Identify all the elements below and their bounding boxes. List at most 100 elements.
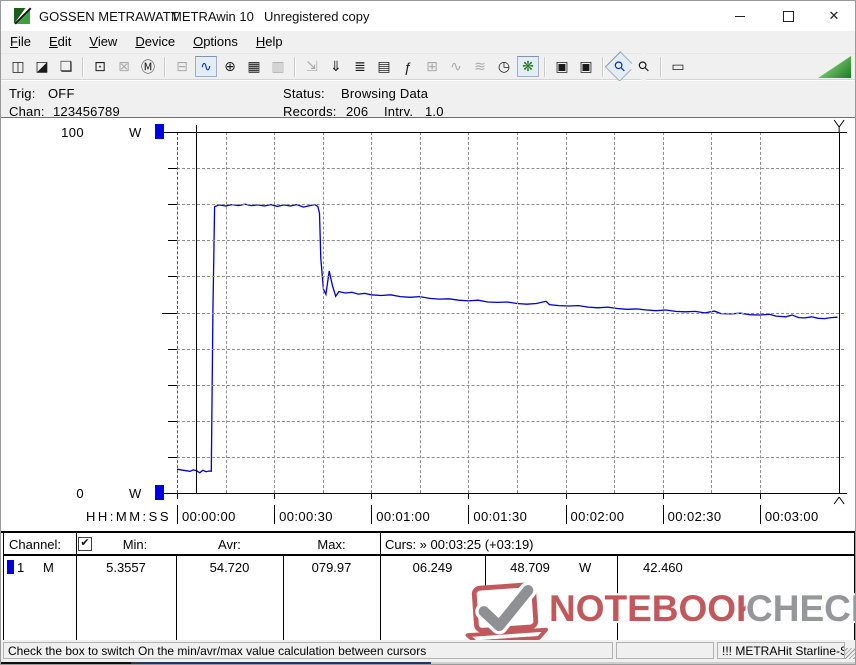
trend-chart[interactable]: 100 W 0 W HH:MM:SS 00:00:0000:00:3000:01… bbox=[1, 118, 856, 531]
cursor1-value: 06.249 bbox=[380, 560, 485, 575]
status-hint-panel: Check the box to switch On the min/avr/m… bbox=[3, 642, 613, 659]
toolbar-separator bbox=[544, 57, 546, 77]
minmax-checkbox[interactable]: ✔ bbox=[78, 537, 92, 551]
table-column-border bbox=[485, 556, 486, 640]
save-data-button[interactable]: ◫ bbox=[7, 56, 29, 77]
menu-view[interactable]: View bbox=[80, 31, 126, 49]
menu-file[interactable]: File bbox=[1, 31, 40, 49]
values-table: Channel: ✔ Min: Avr: Max: Curs: » 00:03:… bbox=[1, 531, 856, 640]
y-gridline bbox=[177, 240, 844, 241]
avr-value: 54.720 bbox=[176, 560, 283, 575]
y-gridline bbox=[177, 204, 844, 205]
channel-column-label: Channel: bbox=[9, 537, 61, 552]
cursor-1-line[interactable] bbox=[196, 125, 197, 493]
resize-grip[interactable] bbox=[844, 648, 855, 659]
x-tick-label: 00:02:30 bbox=[668, 509, 722, 524]
x-label-tick bbox=[760, 505, 761, 524]
cursor-2-top-handle[interactable] bbox=[834, 120, 844, 132]
y-axis-tick bbox=[168, 385, 177, 386]
open-file-button[interactable]: ❏ bbox=[55, 56, 77, 77]
y-axis-tick bbox=[168, 276, 177, 277]
trig-label: Trig: bbox=[9, 86, 36, 101]
display-transfer-button: ⊞ bbox=[421, 56, 443, 77]
title-bar: GOSSEN METRAWATT METRAwin 10 Unregistere… bbox=[1, 1, 856, 30]
x-label-tick bbox=[468, 505, 469, 524]
chan-value: 123456789 bbox=[53, 104, 120, 119]
x-label-tick bbox=[663, 505, 664, 524]
y-gridline bbox=[177, 313, 844, 314]
status-value: Browsing Data bbox=[341, 86, 428, 101]
x-gridline bbox=[371, 132, 372, 493]
menu-device[interactable]: Device bbox=[126, 31, 184, 49]
x-axis-tick bbox=[566, 493, 567, 499]
store-to-disk-button[interactable]: ⇓ bbox=[325, 56, 347, 77]
plot-left-boundary bbox=[177, 132, 178, 493]
formula-button[interactable]: ƒ bbox=[397, 56, 419, 77]
menu-help[interactable]: Help bbox=[247, 31, 292, 49]
cursor-delta-value: 42.460 bbox=[643, 560, 683, 575]
x-gridline bbox=[760, 132, 761, 493]
scope-view-button[interactable]: ⊕ bbox=[219, 56, 241, 77]
table-column-border bbox=[283, 556, 284, 640]
y-axis-tick bbox=[168, 204, 177, 205]
records-label: Records: bbox=[283, 104, 337, 119]
y-gridline bbox=[177, 385, 844, 386]
save-config-button[interactable]: ◪ bbox=[31, 56, 53, 77]
device-memory-button[interactable]: Ⓜ bbox=[137, 56, 159, 77]
x-axis-tick bbox=[663, 493, 664, 499]
x-axis-tick bbox=[371, 493, 372, 499]
print-preview-button[interactable]: ▣ bbox=[575, 56, 597, 77]
y-axis-tick bbox=[162, 313, 177, 314]
x-gridline bbox=[517, 132, 518, 493]
avr-column-label: Avr: bbox=[176, 537, 283, 552]
device-read-button[interactable]: ⊡ bbox=[89, 56, 111, 77]
table-column-border bbox=[617, 556, 618, 640]
y-gridline bbox=[177, 168, 844, 169]
y-axis-tick bbox=[168, 349, 177, 350]
x-label-tick bbox=[177, 505, 178, 524]
channel-number: 1 bbox=[17, 560, 24, 575]
status-device-panel: !!! METRAHit Starline-S bbox=[717, 642, 845, 659]
chart-view-button[interactable]: ∿ bbox=[195, 56, 217, 77]
interval-value: 1.0 bbox=[425, 104, 444, 119]
y-axis-tick bbox=[168, 421, 177, 422]
acquisition-info-panel: Trig: OFF Chan: 123456789 Status: Browsi… bbox=[1, 81, 856, 118]
channel-settings-button[interactable]: ≣ bbox=[349, 56, 371, 77]
status-empty-panel bbox=[616, 642, 714, 659]
power-trace bbox=[177, 204, 838, 473]
table-view-button[interactable]: ▦ bbox=[243, 56, 265, 77]
maximize-button[interactable] bbox=[771, 6, 805, 26]
x-tick-label: 00:03:00 bbox=[765, 509, 819, 524]
cursor-2-line[interactable] bbox=[839, 132, 840, 493]
min-value: 5.3557 bbox=[76, 560, 176, 575]
zoom-mode-button[interactable]: ⚲ bbox=[629, 51, 659, 81]
metrawin-window: GOSSEN METRAWATT METRAwin 10 Unregistere… bbox=[0, 0, 856, 665]
menu-bar: FileEditViewDeviceOptionsHelp bbox=[1, 31, 856, 53]
cursor-2-bottom-handle[interactable] bbox=[834, 497, 844, 504]
tooltip-button[interactable]: ▭ bbox=[667, 56, 689, 77]
minimize-button[interactable] bbox=[723, 6, 757, 26]
close-button[interactable]: ✕ bbox=[817, 6, 851, 26]
title-app-name: GOSSEN METRAWATT bbox=[39, 9, 179, 24]
max-value: 079.97 bbox=[283, 560, 380, 575]
x-label-tick bbox=[274, 505, 275, 524]
min-column-label: Min: bbox=[97, 537, 173, 552]
x-gridline bbox=[274, 132, 275, 493]
y-gridline bbox=[177, 276, 844, 277]
monitor-settings-button[interactable]: ▤ bbox=[373, 56, 395, 77]
x-gridline bbox=[614, 132, 615, 493]
menu-edit[interactable]: Edit bbox=[40, 31, 80, 49]
toolbar: ◫◪❏⊡⊠Ⓜ⊟∿⊕▦▥⇲⇓≣▤ƒ⊞∿≋◷❋▣▣⚲⚲▭ bbox=[1, 53, 856, 80]
toolbar-separator bbox=[294, 57, 296, 77]
live-mode-button[interactable]: ❋ bbox=[517, 56, 539, 77]
x-gridline bbox=[566, 132, 567, 493]
wave-dense-button: ≋ bbox=[469, 56, 491, 77]
toolbar-separator bbox=[164, 57, 166, 77]
interval-label: Intrv. bbox=[384, 104, 413, 119]
x-label-tick bbox=[371, 505, 372, 524]
y-gridline bbox=[177, 349, 844, 350]
timer-button[interactable]: ◷ bbox=[493, 56, 515, 77]
cursor2-unit: W bbox=[579, 560, 591, 575]
menu-options[interactable]: Options bbox=[184, 31, 247, 49]
print-button[interactable]: ▣ bbox=[551, 56, 573, 77]
